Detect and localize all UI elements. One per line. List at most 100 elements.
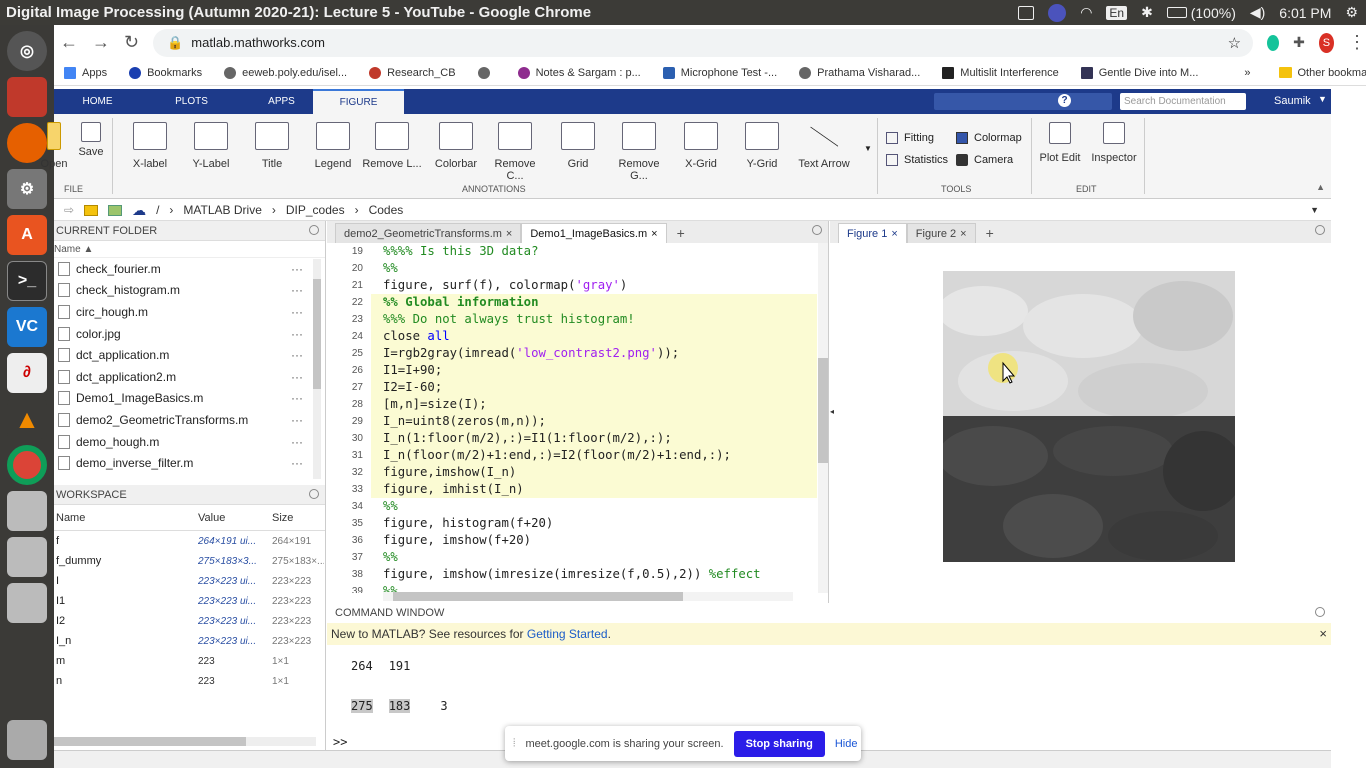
code-text[interactable]: figure, histogram(f+20) (371, 515, 817, 532)
line-number[interactable]: 25 (327, 348, 371, 359)
code-text[interactable]: %% (371, 260, 817, 277)
code-line[interactable]: 33 figure, imhist(I_n) (327, 481, 817, 498)
search-documentation-input[interactable]: Search Documentation (1120, 93, 1246, 110)
path-dropdown-icon[interactable]: ▼ (1310, 205, 1319, 215)
panel-options-icon[interactable] (309, 225, 319, 235)
workspace-hscrollbar[interactable] (54, 737, 316, 746)
help-icon[interactable]: ? (1058, 94, 1071, 107)
trash-icon[interactable] (7, 720, 47, 760)
extensions-puzzle-icon[interactable]: ✚ (1293, 34, 1305, 51)
code-text[interactable]: I_n(1:floor(m/2),:)=I1(1:floor(m/2),:); (371, 430, 817, 447)
code-line[interactable]: 38 figure, imshow(imresize(imresize(f,0.5… (327, 566, 817, 583)
volume-icon[interactable]: ◀) (1250, 4, 1265, 21)
colorbar-button[interactable]: Colorbar (426, 122, 486, 170)
vlc-icon[interactable]: ▲ (7, 399, 47, 439)
code-line[interactable]: 31 I_n(floor(m/2)+1:end,:)=I2(floor(m/2)+… (327, 447, 817, 464)
file-actions-icon[interactable]: ··· (291, 391, 303, 405)
system-settings-icon[interactable]: ⚙ (7, 169, 47, 209)
editor-hscrollbar[interactable] (383, 592, 793, 601)
file-actions-icon[interactable]: ··· (291, 327, 303, 341)
editor-vscroll-thumb[interactable] (818, 358, 828, 463)
ygrid-button[interactable]: Y-Grid (732, 122, 792, 170)
path-matlab-drive[interactable]: MATLAB Drive (183, 203, 261, 217)
line-number[interactable]: 33 (327, 484, 371, 495)
new-figure-plus-icon[interactable]: + (976, 223, 1004, 243)
bookmarks-overflow-button[interactable]: » (1244, 67, 1250, 79)
file-row[interactable]: demo_inverse_filter.m ··· (54, 452, 325, 474)
forward-arrow-icon[interactable]: → (92, 32, 110, 53)
code-text[interactable]: figure, surf(f), colormap('gray') (371, 277, 817, 294)
stop-sharing-button[interactable]: Stop sharing (733, 730, 825, 757)
close-banner-icon[interactable]: × (1319, 626, 1327, 641)
battery-status[interactable]: (100%) (1166, 5, 1236, 21)
other-bookmarks[interactable]: Other bookmarks (1278, 67, 1366, 79)
workspace-row[interactable]: I 223×223 ui... 223×223 (54, 571, 325, 591)
line-number[interactable]: 23 (327, 314, 371, 325)
bookmark-item[interactable]: Multislit Interference (942, 66, 1059, 79)
file-row[interactable]: demo_hough.m ··· (54, 431, 325, 453)
file-row[interactable]: demo2_GeometricTransforms.m ··· (54, 409, 325, 431)
open-button[interactable]: Open (34, 122, 74, 170)
bookmark-item[interactable]: Microphone Test -... (662, 66, 777, 79)
collapse-ribbon-icon[interactable]: ▲ (1316, 182, 1325, 192)
code-text[interactable]: I_n=uint8(zeros(m,n)); (371, 413, 817, 430)
code-line[interactable]: 37%% (327, 549, 817, 566)
code-text[interactable]: %% Global information (371, 294, 817, 311)
workspace-row[interactable]: n 223 1×1 (54, 671, 325, 691)
chrome-icon[interactable] (7, 445, 47, 485)
file-actions-icon[interactable]: ··· (291, 283, 303, 297)
code-text[interactable]: %% (371, 498, 817, 515)
bookmark-apps[interactable]: Apps (64, 66, 107, 79)
legend-button[interactable]: Legend (303, 122, 363, 170)
code-text[interactable]: figure, imshow(imresize(imresize(f,0.5),… (371, 566, 817, 583)
figure-options-icon[interactable] (1315, 225, 1325, 235)
tab-apps[interactable]: APPS (238, 89, 325, 114)
code-text[interactable]: figure, imshow(f+20) (371, 532, 817, 549)
title-button[interactable]: Title (242, 122, 302, 170)
drag-handle-icon[interactable]: ⦙ (513, 737, 515, 750)
file-row[interactable]: circ_hough.m ··· (54, 301, 325, 323)
path-dip-codes[interactable]: DIP_codes (286, 203, 345, 217)
fitting-button[interactable]: Fitting (886, 132, 934, 144)
code-text[interactable]: I2=I-60; (371, 379, 817, 396)
bookmark-item[interactable]: Notes & Sargam : p... (517, 66, 641, 79)
profile-avatar[interactable]: S (1318, 32, 1334, 53)
file-actions-icon[interactable]: ··· (291, 456, 303, 470)
file-actions-icon[interactable]: ··· (291, 435, 303, 449)
figure-tab-1[interactable]: Figure 1 × (838, 223, 907, 243)
line-number[interactable]: 19 (327, 246, 371, 257)
camera-button[interactable]: Camera (956, 154, 1013, 166)
text-arrow-button[interactable]: Text Arrow (794, 122, 854, 170)
code-line[interactable]: 24 close all (327, 328, 817, 345)
disk-icon[interactable] (7, 491, 47, 531)
getting-started-link[interactable]: Getting Started (527, 627, 608, 641)
save-button[interactable]: Save (74, 122, 108, 158)
workspace-row[interactable]: I_n 223×223 ui... 223×223 (54, 631, 325, 651)
statistics-button[interactable]: Statistics (886, 154, 948, 166)
folder-scrollbar-thumb[interactable] (313, 279, 321, 389)
code-line[interactable]: 30 I_n(1:floor(m/2),:)=I1(1:floor(m/2),:)… (327, 430, 817, 447)
code-line[interactable]: 23%%% Do not always trust histogram! (327, 311, 817, 328)
terminal-icon[interactable]: >_ (7, 261, 47, 301)
code-line[interactable]: 21 figure, surf(f), colormap('gray') (327, 277, 817, 294)
code-line[interactable]: 29 I_n=uint8(zeros(m,n)); (327, 413, 817, 430)
code-line[interactable]: 35 figure, histogram(f+20) (327, 515, 817, 532)
close-tab-icon[interactable]: × (651, 228, 657, 240)
remove-grid-button[interactable]: Remove G... (609, 122, 669, 182)
cloud-icon[interactable]: ☁ (132, 202, 146, 219)
code-text[interactable]: I_n(floor(m/2)+1:end,:)=I2(floor(m/2)+1:… (371, 447, 817, 464)
grammarly-icon[interactable] (1267, 34, 1280, 51)
line-number[interactable]: 27 (327, 382, 371, 393)
column-name[interactable]: Name (54, 512, 198, 524)
tab-figure[interactable]: FIGURE (313, 89, 404, 114)
line-number[interactable]: 35 (327, 518, 371, 529)
code-line[interactable]: 32 figure,imshow(I_n) (327, 464, 817, 481)
file-row[interactable]: color.jpg ··· (54, 323, 325, 345)
command-prompt[interactable]: >> (333, 735, 347, 749)
editor-options-icon[interactable] (812, 225, 822, 235)
close-tab-icon[interactable]: × (960, 228, 966, 240)
file-actions-icon[interactable]: ··· (291, 413, 303, 427)
user-menu-chevron-icon[interactable]: ▼ (1318, 94, 1327, 104)
code-area[interactable]: 19%%%% Is this 3D data? 20%% 21 figure, sur… (327, 243, 817, 593)
editor-hscroll-thumb[interactable] (393, 592, 683, 601)
